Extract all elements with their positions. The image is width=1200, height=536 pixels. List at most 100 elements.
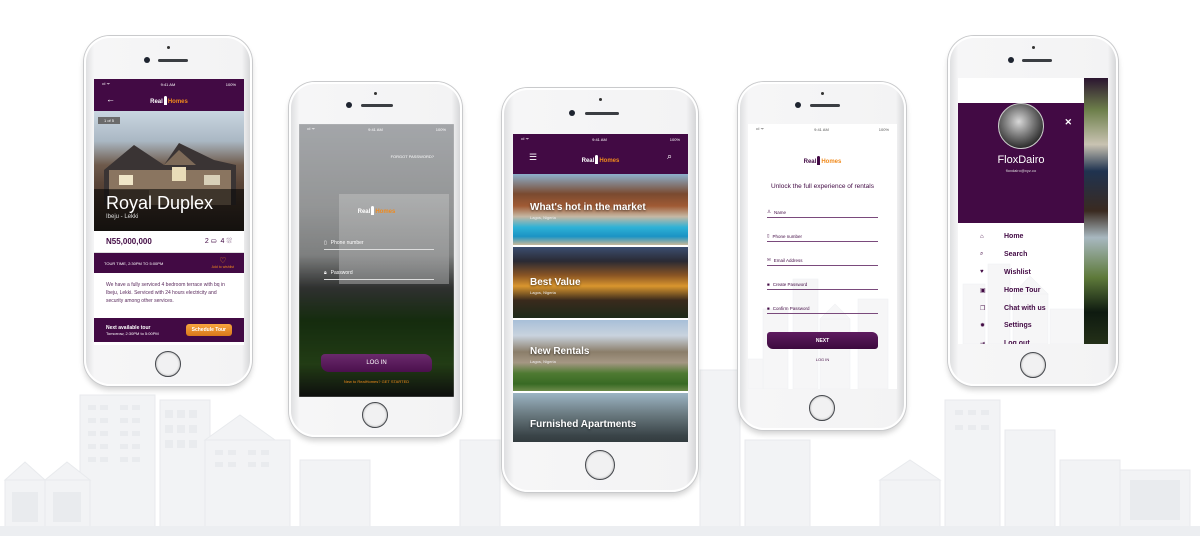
drawer-item-label: Search bbox=[1004, 251, 1028, 259]
drawer-item-wishlist[interactable]: ♥ Wishlist bbox=[958, 264, 1084, 282]
phone-number-input[interactable]: ▯ Phone number bbox=[767, 218, 878, 242]
logo-homes: Homes bbox=[821, 159, 842, 165]
photo-counter: 1 of 5 bbox=[98, 117, 121, 124]
add-to-wishlist-button[interactable]: ♡ Add to wishlist bbox=[211, 256, 234, 270]
battery-indicator: 100% bbox=[669, 136, 680, 142]
logo-real: Real bbox=[581, 157, 595, 164]
signup-heading: Unlock the full experience of rentals bbox=[771, 183, 874, 190]
category-card-new-rentals[interactable]: New Rentals Lagos, Nigeria bbox=[513, 320, 688, 393]
category-card-furnished[interactable]: Furnished Apartments bbox=[513, 393, 688, 442]
earpiece-speaker bbox=[810, 104, 840, 107]
property-description: We have a fully serviced 4 bedroom terra… bbox=[106, 282, 225, 304]
home-button[interactable] bbox=[1020, 352, 1046, 378]
calendar-icon: ▣ bbox=[980, 287, 986, 294]
showcase-stage: •ıl ᯤ 9:41 AM 100% ← Real Homes 1 of 5 R… bbox=[0, 0, 1200, 536]
next-button[interactable]: NEXT bbox=[767, 332, 878, 349]
earpiece-speaker bbox=[158, 59, 188, 62]
logo-real: Real bbox=[357, 209, 371, 215]
front-camera bbox=[795, 102, 801, 108]
signal-indicator: •ıl ᯤ bbox=[102, 81, 111, 86]
drawer-item-chat[interactable]: ❐ Chat with us bbox=[958, 299, 1084, 317]
bedroom-count: 4 bbox=[220, 238, 225, 245]
phone-icon: ▯ bbox=[324, 240, 327, 246]
mail-icon: ✉ bbox=[767, 257, 771, 262]
logo-homes: Homes bbox=[599, 157, 620, 164]
drawer-item-home-tour[interactable]: ▣ Home Tour bbox=[958, 281, 1084, 299]
card-location: Lagos, Nigeria bbox=[530, 359, 556, 364]
drawer-item-label: Home Tour bbox=[1004, 286, 1041, 294]
wishlist-label: Add to wishlist bbox=[211, 265, 234, 269]
schedule-tour-button[interactable]: Schedule Tour bbox=[185, 324, 232, 336]
get-started-link[interactable]: New to RealHomes? GET STARTED bbox=[299, 379, 454, 384]
bath-icon: ⛀ bbox=[210, 238, 217, 245]
drawer-item-search[interactable]: ⌕ Search bbox=[958, 246, 1084, 264]
phone-number-input[interactable]: ▯ Phone number bbox=[324, 240, 434, 250]
username: FloxDairo bbox=[997, 154, 1045, 166]
nav-bar: ← Real Homes bbox=[94, 89, 244, 111]
card-title: Furnished Apartments bbox=[530, 419, 637, 430]
close-icon[interactable]: ✕ bbox=[1064, 117, 1072, 128]
next-tour-time: Tomorrow, 2:30PM to 5:00PM bbox=[106, 330, 159, 336]
forgot-password-link[interactable]: FORGOT PASSWORD? bbox=[391, 154, 434, 159]
key-icon bbox=[817, 156, 821, 165]
battery-indicator: 100% bbox=[435, 126, 446, 132]
confirm-password-input[interactable]: ■ Confirm Password bbox=[767, 290, 878, 314]
password-input[interactable]: 🔒︎ Password bbox=[324, 270, 434, 280]
lock-icon: ■ bbox=[767, 306, 770, 311]
avatar[interactable] bbox=[998, 103, 1044, 149]
brand-logo: Real Homes bbox=[299, 206, 454, 215]
category-card-best-value[interactable]: Best Value Lagos, Nigeria bbox=[513, 247, 688, 320]
drawer-item-logout[interactable]: ⇥ Log out bbox=[958, 335, 1084, 344]
search-icon[interactable]: ⌕ bbox=[667, 151, 672, 162]
password-placeholder: Password bbox=[330, 270, 353, 276]
user-email: floxdairo@xyz.co bbox=[1005, 168, 1037, 173]
home-button[interactable] bbox=[809, 395, 835, 421]
card-location: Lagos, Nigeria bbox=[530, 215, 556, 220]
bed-icon: ⛆ bbox=[226, 238, 232, 245]
drawer-header: ✕ FloxDairo floxdairo@xyz.co bbox=[958, 103, 1084, 223]
front-camera bbox=[569, 110, 575, 116]
key-icon bbox=[163, 95, 167, 105]
property-photo[interactable]: 1 of 5 Royal Duplex Ibeju - Lekki bbox=[94, 111, 244, 231]
name-input[interactable]: ♙ Name bbox=[767, 194, 878, 218]
front-camera bbox=[346, 102, 352, 108]
hamburger-menu-icon[interactable]: ☰ bbox=[529, 152, 537, 163]
home-button[interactable] bbox=[585, 450, 615, 480]
login-link[interactable]: LOG IN bbox=[748, 357, 897, 362]
brand-logo: Real Homes bbox=[150, 95, 188, 105]
phone-icon: ▯ bbox=[767, 233, 770, 238]
status-bar: •ıl ᯤ 9:41 AM 100% bbox=[94, 79, 244, 89]
heart-outline-icon: ♡ bbox=[219, 256, 227, 265]
status-time: 9:41 AM bbox=[814, 126, 829, 132]
status-bar: •ıl ᯤ 9:41 AM 100% bbox=[748, 124, 897, 134]
lock-icon: 🔒︎ bbox=[324, 270, 327, 276]
drawer-item-label: Wishlist bbox=[1004, 268, 1031, 276]
create-password-input[interactable]: ■ Create Password bbox=[767, 266, 878, 290]
signal-indicator: •ıl ᯤ bbox=[756, 126, 765, 131]
logo-homes: Homes bbox=[375, 209, 396, 215]
home-button[interactable] bbox=[362, 402, 388, 428]
property-specs: 2 ⛀ 4 ⛆ bbox=[205, 237, 232, 246]
key-icon bbox=[371, 206, 375, 215]
card-title: Best Value bbox=[530, 277, 581, 288]
signup-form: ♙ Name ▯ Phone number ✉ Email Address ■ … bbox=[748, 194, 897, 362]
create-password-placeholder: Create Password bbox=[772, 282, 808, 287]
login-button[interactable]: LOG IN bbox=[321, 354, 432, 372]
confirm-password-placeholder: Confirm Password bbox=[772, 306, 810, 311]
next-tour-bar: Next available tour Tomorrow, 2:30PM to … bbox=[94, 318, 244, 342]
background-feed-peek[interactable] bbox=[1084, 78, 1108, 344]
logout-icon: ⇥ bbox=[980, 340, 998, 344]
drawer-item-home[interactable]: ⌂ Home bbox=[958, 228, 1084, 246]
logo-homes: Homes bbox=[167, 98, 188, 105]
drawer-item-settings[interactable]: ✹ Settings bbox=[958, 317, 1084, 335]
navigation-drawer: ✕ FloxDairo floxdairo@xyz.co ⌂ Home ⌕ Se… bbox=[958, 78, 1084, 344]
screen: •ıl ᯤ 9:41 AM 100% FORGOT PASSWORD? Real… bbox=[299, 124, 454, 397]
email-input[interactable]: ✉ Email Address bbox=[767, 242, 878, 266]
chat-icon: ❐ bbox=[980, 305, 986, 312]
earpiece-speaker bbox=[1022, 59, 1052, 62]
phone-login: •ıl ᯤ 9:41 AM 100% FORGOT PASSWORD? Real… bbox=[289, 82, 462, 437]
property-location: Ibeju - Lekki bbox=[106, 214, 139, 220]
home-button[interactable] bbox=[155, 351, 181, 377]
back-arrow-icon[interactable]: ← bbox=[106, 94, 115, 104]
category-card-hot[interactable]: What's hot in the market Lagos, Nigeria bbox=[513, 174, 688, 247]
